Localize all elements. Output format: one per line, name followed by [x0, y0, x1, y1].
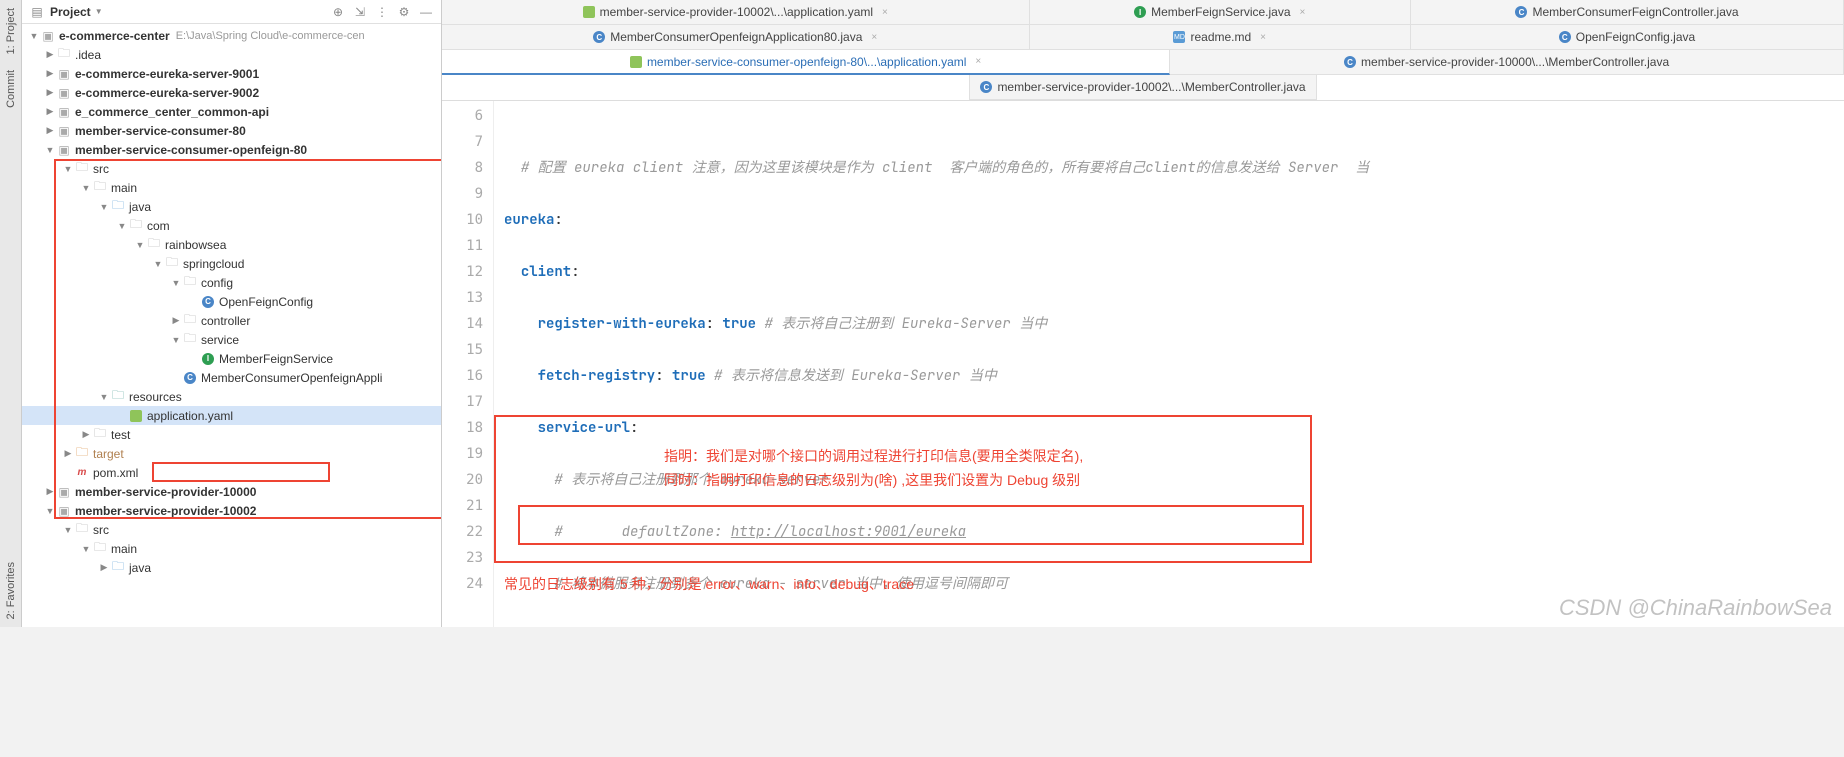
hide-icon[interactable]: — [417, 3, 435, 21]
tree-provider10000[interactable]: ▶▣member-service-provider-10000 [22, 482, 441, 501]
tree-eureka9002[interactable]: ▶▣e-commerce-eureka-server-9002 [22, 83, 441, 102]
tree-resources[interactable]: ▼🗀resources [22, 387, 441, 406]
tree-java-src[interactable]: ▼🗀java [22, 197, 441, 216]
tree-java2[interactable]: ▶🗀java [22, 558, 441, 577]
close-icon[interactable]: × [1300, 7, 1306, 18]
tab-membercontroller-10000[interactable]: Cmember-service-provider-10000\...\Membe… [1170, 50, 1844, 75]
tree-com[interactable]: ▼🗀com [22, 216, 441, 235]
close-icon[interactable]: × [871, 32, 877, 43]
tree-main[interactable]: ▼🗀main [22, 178, 441, 197]
tree-springcloud[interactable]: ▼🗀springcloud [22, 254, 441, 273]
tree-appyaml[interactable]: application.yaml [22, 406, 441, 425]
gutter: 6 7 8 9 10 11 12 13 14 15 16 17 18 19 20… [442, 101, 494, 627]
code-line: # defaultZone: http://localhost:9001/eur… [504, 519, 1844, 545]
tabs-row-4: Cmember-service-provider-10002\...\Membe… [442, 75, 1844, 100]
annotation-3: 常见的日志级别有 5 种，分别是 error、warn、info、debug、t… [504, 571, 914, 597]
code-editor[interactable]: # 配置 eureka client 注意，因为这里该模块是作为 client … [494, 101, 1844, 627]
collapse-icon[interactable]: ⋮ [373, 3, 391, 21]
code-line: register-with-eureka: true # 表示将自己注册到 Eu… [504, 311, 1844, 337]
rail-favorites[interactable]: 2: Favorites [3, 554, 19, 627]
code-line: defaultZone: http://eureka9001.com:9001/… [504, 623, 1844, 627]
close-icon[interactable]: × [882, 7, 888, 18]
tree-eureka9001[interactable]: ▶▣e-commerce-eureka-server-9001 [22, 64, 441, 83]
panel-title: Project [50, 5, 91, 19]
tree-idea[interactable]: ▶🗀.idea [22, 45, 441, 64]
tree-test[interactable]: ▶🗀test [22, 425, 441, 444]
code-line: client: [504, 259, 1844, 285]
panel-menu-icon[interactable]: ▤ [28, 3, 46, 21]
tab-openfeignconfig[interactable]: COpenFeignConfig.java [1411, 25, 1844, 50]
tree-config[interactable]: ▼🗀config [22, 273, 441, 292]
tree-provider10002[interactable]: ▼▣member-service-provider-10002 [22, 501, 441, 520]
rail-project[interactable]: 1: Project [3, 0, 19, 62]
close-icon[interactable]: × [1260, 32, 1266, 43]
tool-rail: 1: Project Commit 2: Favorites [0, 0, 22, 627]
project-panel: ▤ Project ▼ ⊕ ⇲ ⋮ ⚙ — ▼▣e-commerce-cente… [22, 0, 442, 627]
tree-common-api[interactable]: ▶▣e_commerce_center_common-api [22, 102, 441, 121]
tab-consumerfeigncontroller[interactable]: CMemberConsumerFeignController.java [1411, 0, 1844, 25]
tree-openfeign80[interactable]: ▼▣member-service-consumer-openfeign-80 [22, 140, 441, 159]
tree-src2[interactable]: ▼🗀src [22, 520, 441, 539]
expand-icon[interactable]: ⇲ [351, 3, 369, 21]
editor-area: member-service-provider-10002\...\applic… [442, 0, 1844, 627]
tabs-row-2: CMemberConsumerOpenfeignApplication80.ja… [442, 25, 1844, 50]
close-icon[interactable]: × [975, 56, 981, 67]
ide-window: 1: Project Commit 2: Favorites ▤ Project… [0, 0, 1844, 627]
tree-memberfeignservice[interactable]: IMemberFeignService [22, 349, 441, 368]
tab-readme[interactable]: MDreadme.md× [1030, 25, 1412, 50]
rail-commit[interactable]: Commit [3, 62, 19, 116]
project-header: ▤ Project ▼ ⊕ ⇲ ⋮ ⚙ — [22, 0, 441, 24]
tree-src[interactable]: ▼🗀src [22, 159, 441, 178]
tab-memberfeignservice[interactable]: IMemberFeignService.java× [1030, 0, 1412, 25]
annotation-2: 同时：指明打印信息的日志级别为(啥) ,这里我们设置为 Debug 级别 [664, 467, 1080, 493]
tree-consumer80[interactable]: ▶▣member-service-consumer-80 [22, 121, 441, 140]
tree-target[interactable]: ▶🗀target [22, 444, 441, 463]
code-line: eureka: [504, 207, 1844, 233]
locate-icon[interactable]: ⊕ [329, 3, 347, 21]
annotation-1: 指明：我们是对哪个接口的调用过程进行打印信息(要用全类限定名), [664, 443, 1083, 469]
tab-app-yaml-openfeign80[interactable]: member-service-consumer-openfeign-80\...… [442, 50, 1170, 75]
code-line: service-url: [504, 415, 1844, 441]
tab-openfeign-app80[interactable]: CMemberConsumerOpenfeignApplication80.ja… [442, 25, 1030, 50]
code-line: fetch-registry: true # 表示将信息发送到 Eureka-S… [504, 363, 1844, 389]
tree-openfeignconfig[interactable]: COpenFeignConfig [22, 292, 441, 311]
tabs-row-1: member-service-provider-10002\...\applic… [442, 0, 1844, 25]
tree-main2[interactable]: ▼🗀main [22, 539, 441, 558]
tab-membercontroller-10002[interactable]: Cmember-service-provider-10002\...\Membe… [969, 75, 1316, 100]
tree-controller[interactable]: ▶🗀controller [22, 311, 441, 330]
tree-rainbowsea[interactable]: ▼🗀rainbowsea [22, 235, 441, 254]
tree-root[interactable]: ▼▣e-commerce-centerE:\Java\Spring Cloud\… [22, 26, 441, 45]
editor-tabs: member-service-provider-10002\...\applic… [442, 0, 1844, 101]
tabs-row-3: member-service-consumer-openfeign-80\...… [442, 50, 1844, 75]
code-area: 6 7 8 9 10 11 12 13 14 15 16 17 18 19 20… [442, 101, 1844, 627]
code-line: # 配置 eureka client 注意，因为这里该模块是作为 client … [504, 155, 1844, 181]
tree-service[interactable]: ▼🗀service [22, 330, 441, 349]
gear-icon[interactable]: ⚙ [395, 3, 413, 21]
tree-pom[interactable]: mpom.xml [22, 463, 441, 482]
project-tree: ▼▣e-commerce-centerE:\Java\Spring Cloud\… [22, 24, 441, 627]
tree-appclass[interactable]: CMemberConsumerOpenfeignAppli [22, 368, 441, 387]
tab-app-yaml-10002[interactable]: member-service-provider-10002\...\applic… [442, 0, 1030, 25]
